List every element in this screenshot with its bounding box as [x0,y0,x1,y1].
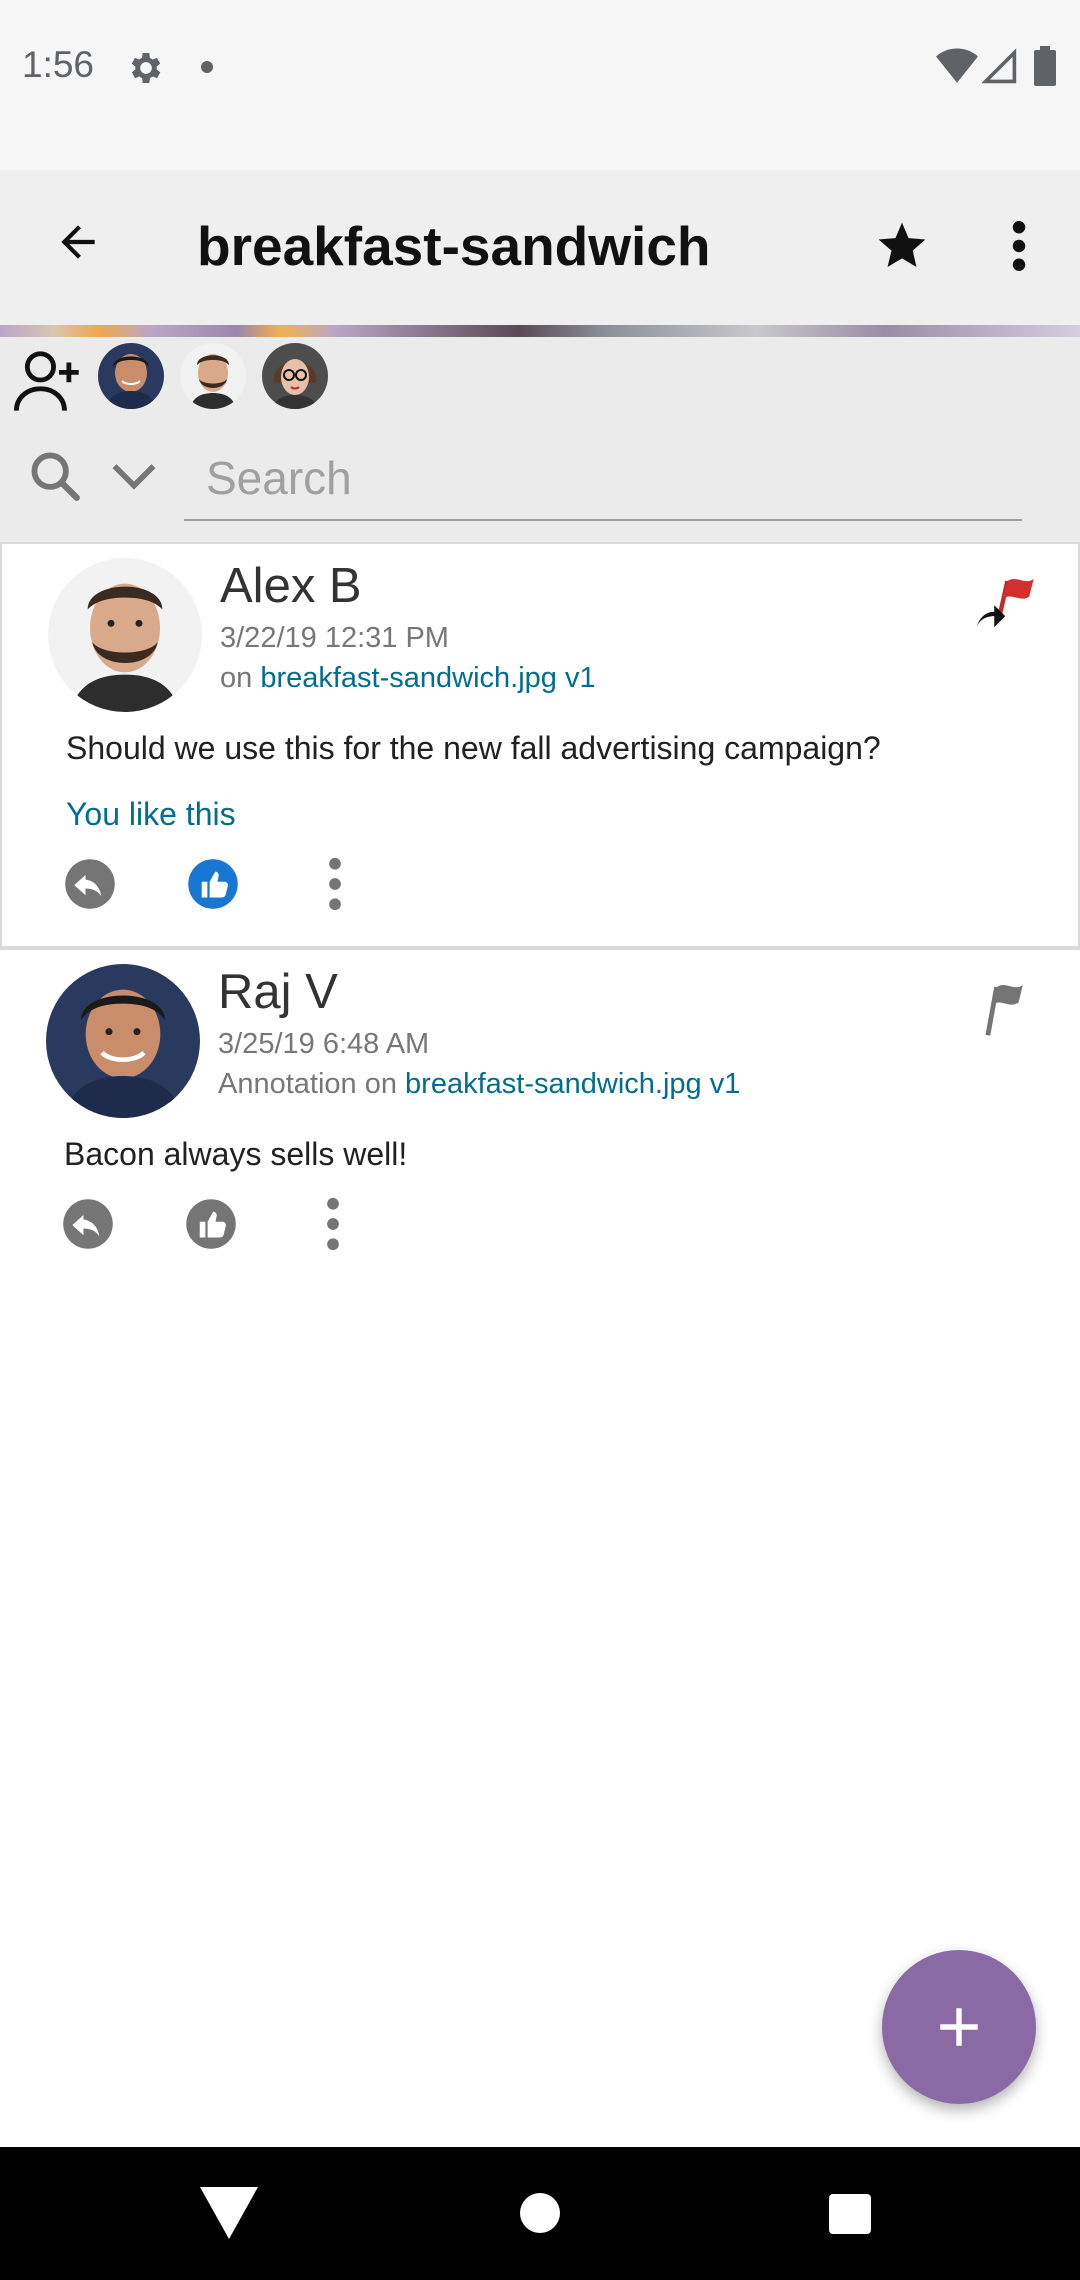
comment-card: Raj V 3/25/19 6:48 AM Annotation on brea… [0,948,1080,1268]
thumbs-up-icon [188,859,238,909]
back-button[interactable] [44,208,112,276]
more-vert-icon [327,1197,339,1251]
search-button[interactable] [26,447,84,505]
like-button[interactable] [183,854,243,914]
meta-prefix: Annotation on [218,1068,406,1100]
comment-date: 3/22/19 12:31 PM [220,622,449,654]
more-vert-icon [329,857,341,911]
star-icon [878,222,926,267]
reply-icon [63,1199,113,1249]
alex-avatar [180,343,246,409]
collaborator-avatar-raj[interactable] [98,343,164,409]
chevron-down-icon [112,464,156,490]
flag-icon [985,984,1023,1036]
status-bar: 1:56 [0,0,1080,170]
wifi-icon [936,48,978,83]
gear-icon [131,53,161,83]
raj-avatar [46,964,200,1118]
battery-icon [1034,46,1056,86]
cover-banner [0,325,1080,337]
flag-button[interactable] [966,974,1036,1044]
comment-options-button[interactable] [305,854,365,914]
nav-home-icon[interactable] [520,2193,560,2233]
comment-meta: Annotation on breakfast-sandwich.jpg v1 [218,1068,740,1101]
flag-reply-icon [976,578,1034,628]
collaborators-search-header [0,337,1080,542]
add-comment-fab[interactable] [882,1950,1036,2104]
raj-avatar [98,343,164,409]
comment-text: Should we use this for the new fall adve… [66,730,881,766]
like-button[interactable] [181,1194,241,1254]
add-user-icon [13,351,79,411]
nav-back-icon[interactable] [200,2187,258,2239]
back-arrow-icon [61,225,95,259]
favorite-button[interactable] [868,212,936,280]
woman-glasses-avatar [262,343,328,409]
more-options-button[interactable] [994,212,1044,280]
nav-recents-icon[interactable] [829,2194,871,2234]
collaborator-avatar-woman[interactable] [262,343,328,409]
comment-card: Alex B 3/22/19 12:31 PM on breakfast-san… [0,542,1080,948]
author-avatar[interactable] [48,558,202,712]
thumbs-up-icon [186,1199,236,1249]
status-time: 1:56 [22,44,95,85]
flag-button[interactable] [968,568,1038,638]
comment-text: Bacon always sells well! [64,1136,408,1172]
app-bar: breakfast-sandwich [0,170,1080,325]
reply-button[interactable] [58,1194,118,1254]
page-title: breakfast-sandwich [197,215,711,277]
comment-meta: on breakfast-sandwich.jpg v1 [220,662,596,695]
add-collaborator-button[interactable] [12,345,82,415]
file-link[interactable]: breakfast-sandwich.jpg v1 [405,1068,740,1100]
author-name: Raj V [218,965,338,1019]
alex-avatar [48,558,202,712]
author-name: Alex B [220,559,362,613]
search-icon [31,452,80,501]
reply-icon [65,859,115,909]
comment-date: 3/25/19 6:48 AM [218,1028,430,1060]
author-avatar[interactable] [46,964,200,1118]
more-vert-icon [1012,221,1026,271]
reply-button[interactable] [60,854,120,914]
comment-options-button[interactable] [303,1194,363,1254]
like-status[interactable]: You like this [66,796,236,833]
plus-icon [940,2008,978,2046]
search-filter-dropdown[interactable] [108,457,160,497]
dot-icon [201,61,213,73]
meta-prefix: on [220,662,261,694]
collaborator-avatar-alex[interactable] [180,343,246,409]
signal-icon [982,48,1017,84]
file-link[interactable]: breakfast-sandwich.jpg v1 [260,662,595,694]
system-nav-bar [0,2147,1080,2280]
search-input[interactable] [184,437,1022,521]
